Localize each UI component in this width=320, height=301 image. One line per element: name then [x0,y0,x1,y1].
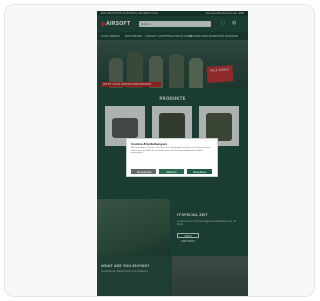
cookie-text: Wir verwenden Cookies, um Ihnen den best… [131,147,210,154]
cookie-consent-dialog: Cookie-Einstellungen Wir verwenden Cooki… [126,138,218,177]
browser-preview-card: DIE GRÖSSTE AUSWAHL AN REPLICAS Versandk… [4,4,315,297]
cookie-settings-button[interactable]: Einstellungen [131,169,156,174]
cookie-reject-button[interactable]: Ablehnen [159,169,184,174]
cookie-title: Cookie-Einstellungen [131,142,167,146]
cookie-accept-button[interactable]: Akzeptieren [187,169,212,174]
website-screenshot: DIE GRÖSSTE AUSWAHL AN REPLICAS Versandk… [97,11,248,296]
